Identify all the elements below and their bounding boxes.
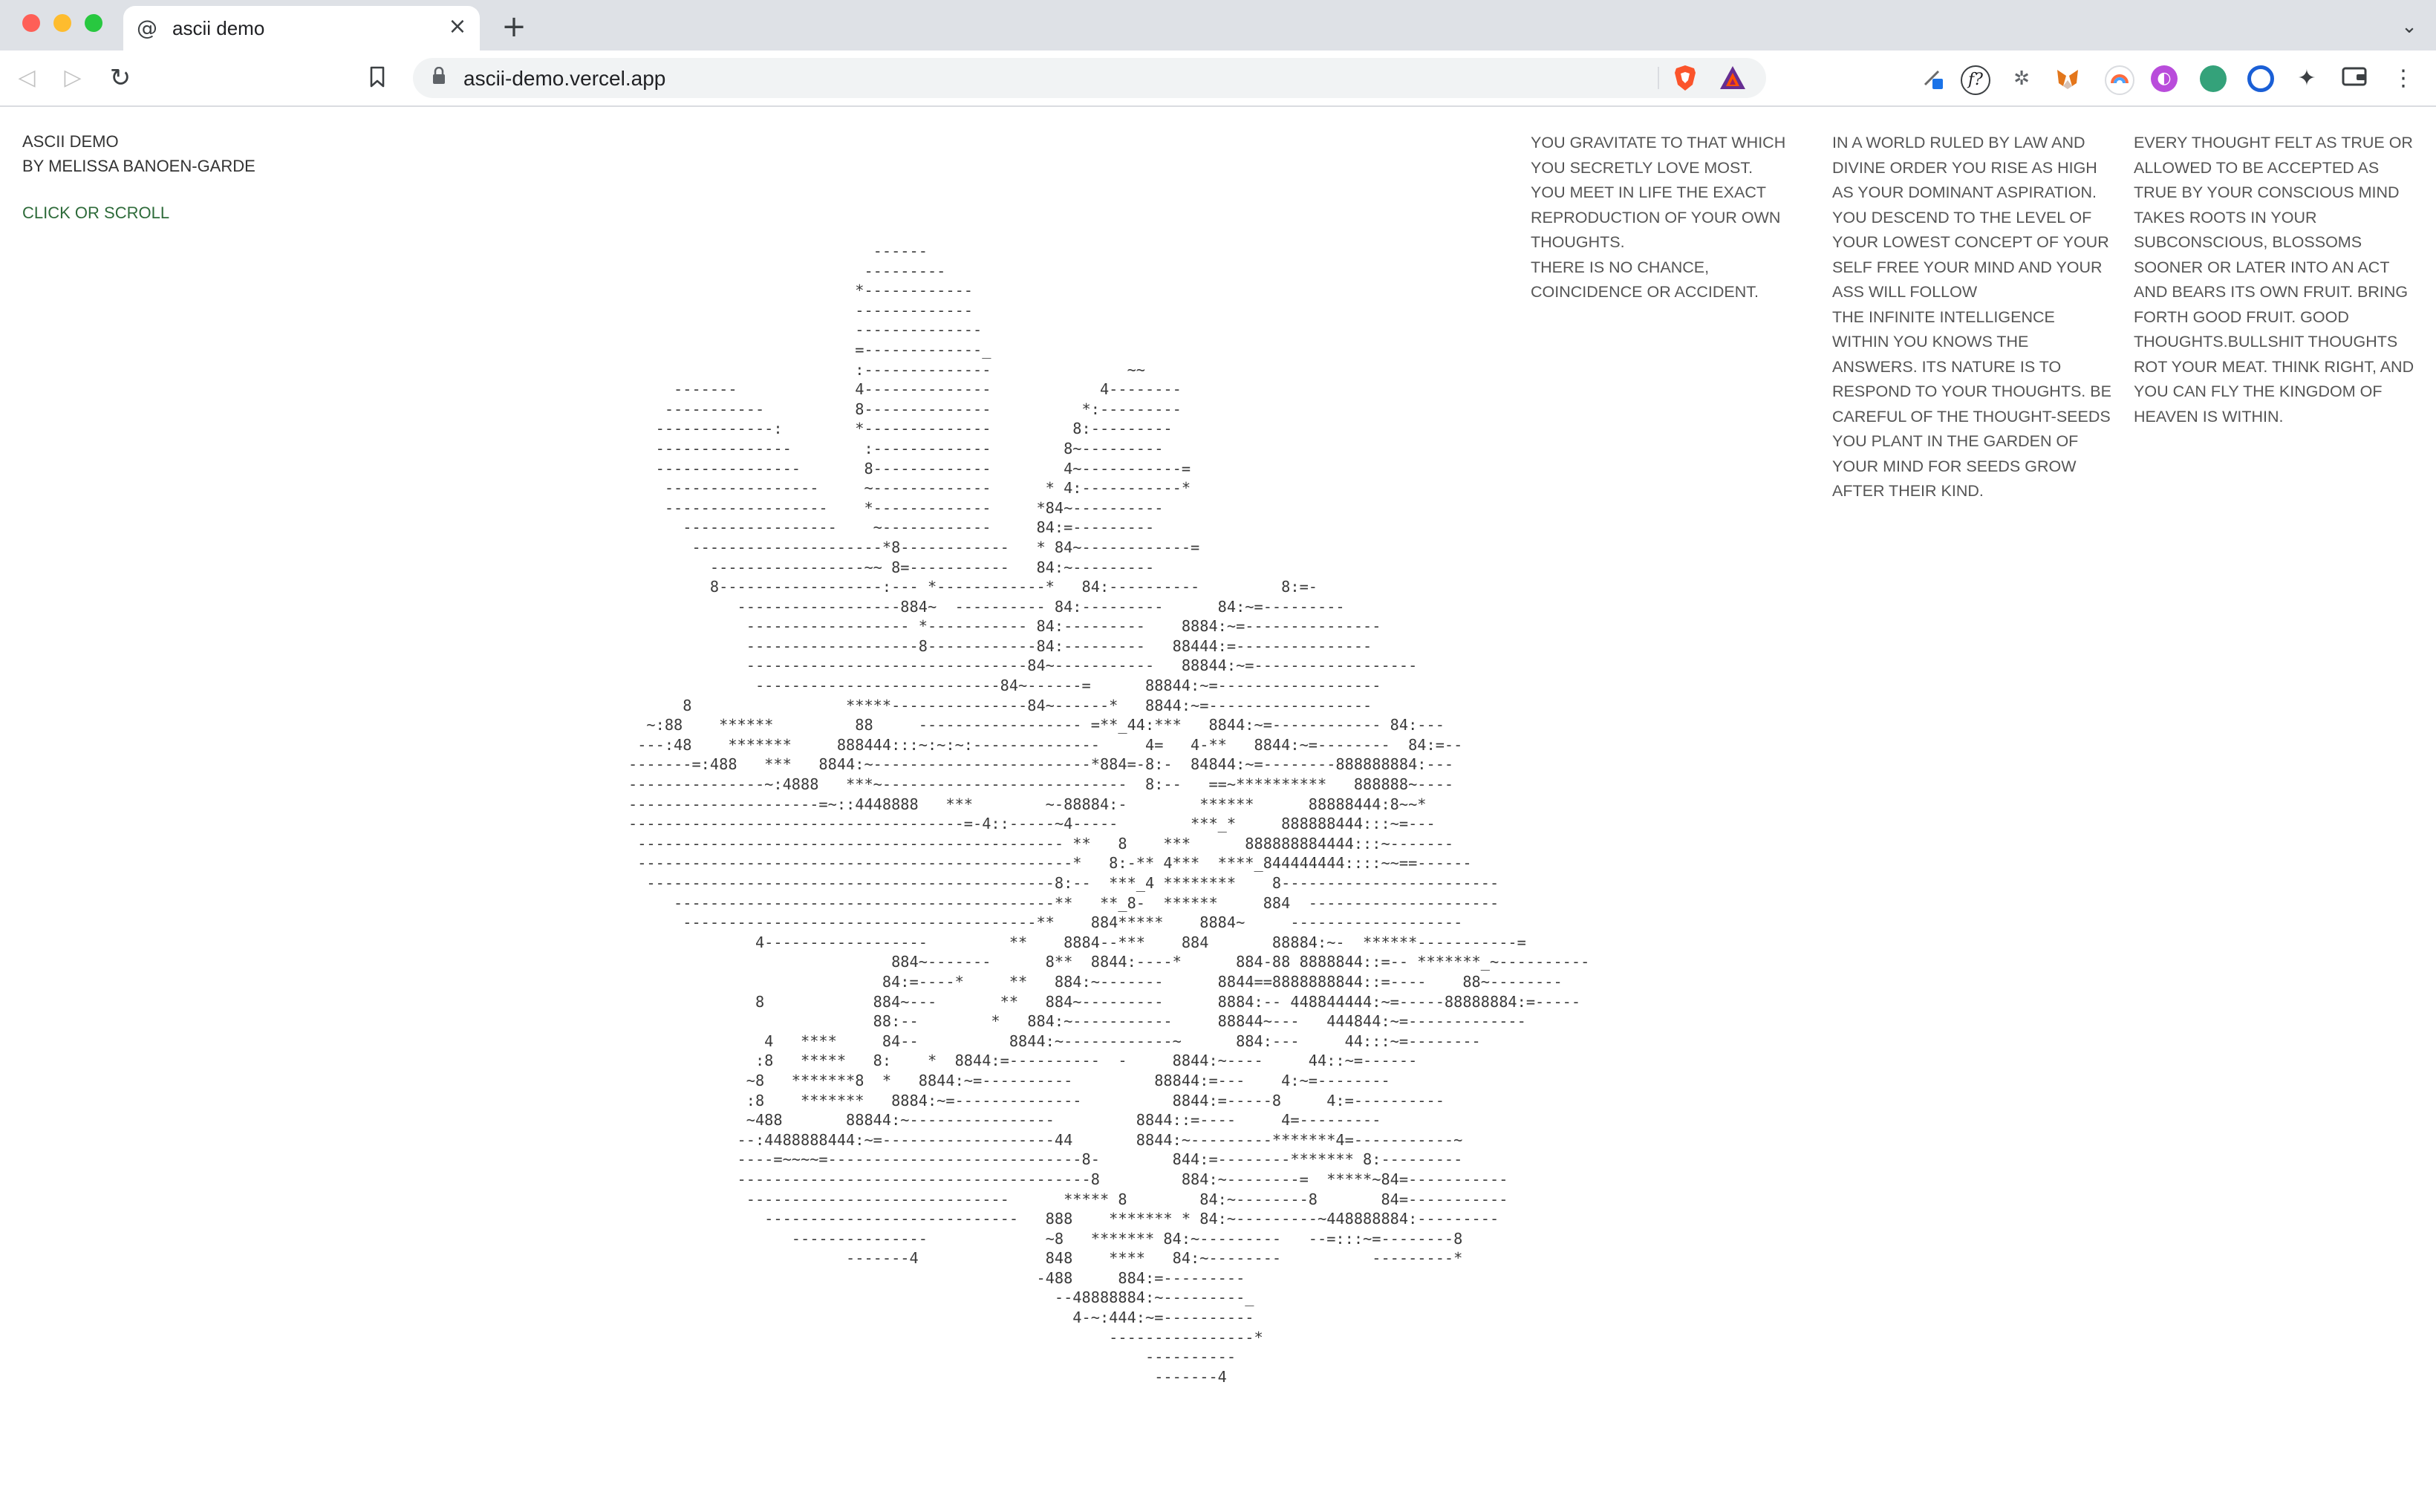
fonts-extension-icon[interactable]: f? bbox=[1961, 65, 1990, 95]
close-icon[interactable]: × bbox=[443, 12, 472, 42]
quote-block: IN A WORLD RULED BY LAW AND DIVINE ORDER… bbox=[1832, 134, 2111, 500]
page-author: BY MELISSA BANOEN-GARDE bbox=[22, 157, 255, 175]
plus-icon[interactable]: + bbox=[498, 10, 530, 43]
tab-bar: @ ascii demo × + ⌄ bbox=[0, 0, 2436, 50]
browser-toolbar: ◁ ▷ ↻ ascii-demo.vercel.app f? ✲ ◐ ✦ ⋮ bbox=[0, 50, 2436, 107]
at-sign-icon: @ bbox=[137, 16, 157, 40]
green-circle-extension-icon[interactable] bbox=[2200, 65, 2227, 92]
blue-ring-extension-icon[interactable] bbox=[2247, 65, 2274, 92]
lock-icon bbox=[432, 66, 446, 89]
brave-rewards-icon[interactable] bbox=[1719, 64, 1747, 92]
reload-icon[interactable]: ↻ bbox=[104, 62, 137, 94]
close-window-button[interactable] bbox=[22, 14, 40, 32]
person-extension-icon[interactable] bbox=[1919, 65, 1946, 92]
back-arrow-icon[interactable]: ◁ bbox=[10, 62, 43, 94]
address-bar[interactable]: ascii-demo.vercel.app bbox=[413, 58, 1766, 98]
brave-shields-icon[interactable] bbox=[1673, 64, 1698, 92]
rainbow-extension-icon[interactable] bbox=[2105, 65, 2134, 95]
bug-icon[interactable]: ✲ bbox=[2008, 65, 2035, 92]
page-title: ASCII DEMO bbox=[22, 132, 119, 151]
minimize-window-button[interactable] bbox=[53, 14, 71, 32]
puzzle-icon[interactable]: ✦ bbox=[2293, 65, 2320, 92]
click-or-scroll-link[interactable]: CLICK OR SCROLL bbox=[22, 203, 169, 223]
metamask-fox-icon[interactable] bbox=[2054, 65, 2081, 92]
bookmark-icon[interactable] bbox=[361, 62, 394, 94]
maximize-window-button[interactable] bbox=[85, 14, 102, 32]
omnibox-divider bbox=[1658, 67, 1659, 89]
menu-icon[interactable]: ⋮ bbox=[2390, 65, 2417, 92]
tab-title: ascii demo bbox=[172, 17, 265, 39]
chevron-down-icon[interactable]: ⌄ bbox=[2393, 10, 2426, 43]
url-text: ascii-demo.vercel.app bbox=[463, 67, 666, 90]
browser-tab-active[interactable]: @ ascii demo × bbox=[123, 6, 480, 50]
forward-arrow-icon[interactable]: ▷ bbox=[56, 62, 89, 94]
pink-circle-extension-icon[interactable]: ◐ bbox=[2151, 65, 2178, 92]
quote-block: EVERY THOUGHT FELT AS TRUE OR ALLOWED TO… bbox=[2134, 134, 2414, 426]
ascii-art-lotus[interactable]: ------ --------- *------------ ---------… bbox=[628, 241, 1589, 1386]
wallet-icon[interactable] bbox=[2341, 65, 2368, 92]
